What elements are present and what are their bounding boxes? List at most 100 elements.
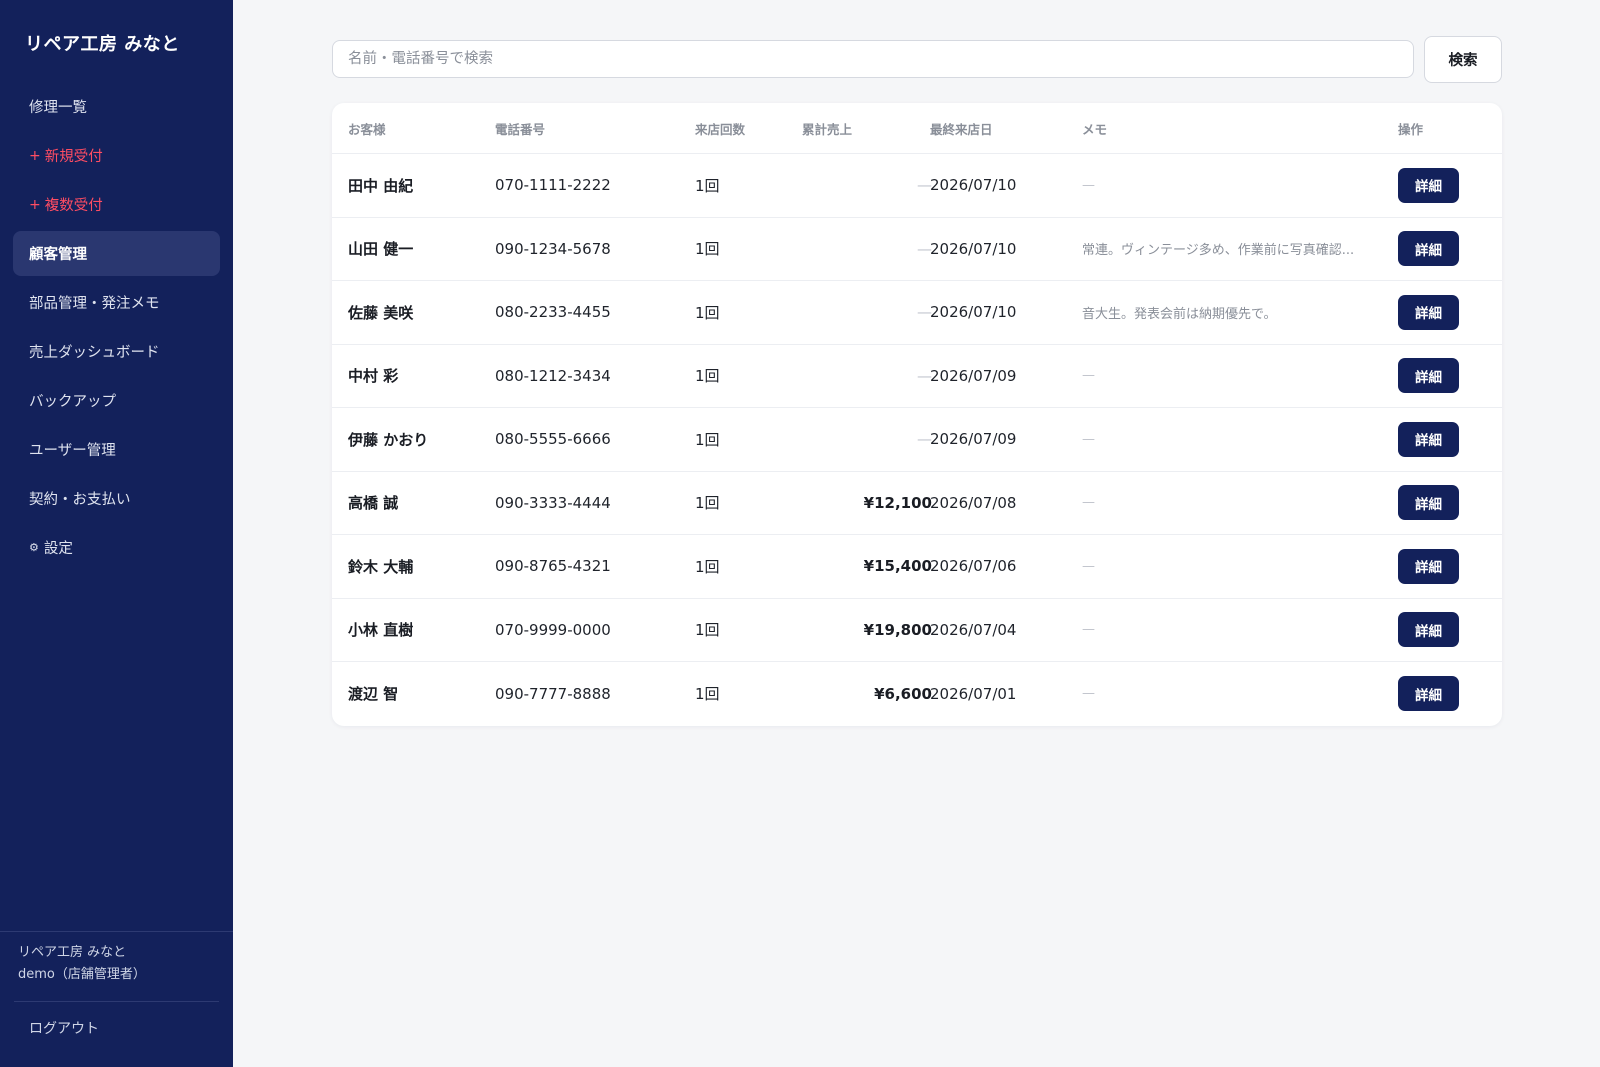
plus-icon: + xyxy=(29,147,41,164)
cell-phone: 080-1212-3434 xyxy=(495,366,611,385)
cell-action: 詳細 xyxy=(1398,662,1488,726)
cell-phone: 090-8765-4321 xyxy=(495,557,611,576)
memo-text: — xyxy=(1082,431,1095,447)
table-row: 鈴木 大輔 090-8765-4321 1回 ¥15,400 2026/07/06 — 詳細 xyxy=(332,535,1502,599)
cell-sales: ¥15,400 xyxy=(863,557,932,576)
cell-visits: 1回 xyxy=(695,240,720,259)
cell-last-visit: 2026/07/08 xyxy=(930,493,1017,512)
cell-visits: 1回 xyxy=(695,367,720,386)
detail-button[interactable]: 詳細 xyxy=(1398,612,1459,648)
cell-visits: 1回 xyxy=(695,685,720,704)
cell-visits: 1回 xyxy=(695,557,720,576)
cell-name: 田中 由紀 xyxy=(348,176,414,195)
logout-link[interactable]: ログアウト xyxy=(0,1018,233,1038)
sidebar-item-label: 複数受付 xyxy=(44,198,103,214)
search-button[interactable]: 検索 xyxy=(1424,36,1502,83)
table-row: 中村 彩 080-1212-3434 1回 —2026/07/09— 詳細 xyxy=(332,345,1502,408)
cell-action: 詳細 xyxy=(1398,154,1488,217)
cell-sales: — xyxy=(917,366,932,385)
sidebar-item-label: バックアップ xyxy=(29,394,116,410)
sidebar-item-7[interactable]: ユーザー管理 xyxy=(13,427,220,472)
table-header: お客様 電話番号 来店回数 累計売上 最終来店日 メモ 操作 xyxy=(332,103,1502,154)
sidebar-item-3[interactable]: 顧客管理 xyxy=(13,231,220,276)
header-memo: メモ xyxy=(1082,121,1108,137)
cell-last-visit: 2026/07/06 xyxy=(930,557,1017,576)
user-role: demo（店舗管理者） xyxy=(18,967,146,982)
table-row: 高橋 誠 090-3333-4444 1回 ¥12,100 2026/07/08 — 詳細 xyxy=(332,472,1502,535)
cell-name: 渡辺 智 xyxy=(348,685,399,704)
cell-name: 鈴木 大輔 xyxy=(348,557,414,576)
cell-visits: 1回 xyxy=(695,494,720,513)
detail-button[interactable]: 詳細 xyxy=(1398,358,1459,394)
header-phone: 電話番号 xyxy=(495,121,546,137)
cell-sales: ¥6,600 xyxy=(874,684,932,703)
cell-memo: — xyxy=(1082,345,1372,408)
memo-text: 常連。ヴィンテージ多め、作業前に写真確認... xyxy=(1082,243,1355,259)
cell-last-visit: 2026/07/10 xyxy=(930,176,1017,195)
header-action: 操作 xyxy=(1398,121,1424,137)
cell-sales: — xyxy=(917,430,932,449)
sidebar-item-5[interactable]: 売上ダッシュボード xyxy=(13,329,220,374)
cell-sales: — xyxy=(917,239,932,258)
sidebar-item-9[interactable]: ⚙ 設定 xyxy=(13,525,220,570)
memo-text: — xyxy=(1082,495,1095,511)
customer-table: お客様 電話番号 来店回数 累計売上 最終来店日 メモ 操作 田中 由紀 070-… xyxy=(332,103,1502,726)
cell-sales: ¥12,100 xyxy=(863,493,932,512)
cell-phone: 090-1234-5678 xyxy=(495,239,611,258)
table-body: 田中 由紀 070-1111-2222 1回 —2026/07/10— 詳細 山田 健一 0… xyxy=(332,154,1502,726)
cell-name: 山田 健一 xyxy=(348,240,414,259)
cell-name: 中村 彩 xyxy=(348,367,399,386)
cell-name: 小林 直樹 xyxy=(348,621,414,640)
sidebar-item-8[interactable]: 契約・お支払い xyxy=(13,476,220,521)
detail-button[interactable]: 詳細 xyxy=(1398,548,1459,584)
cell-last-visit: 2026/07/10 xyxy=(930,239,1017,258)
cell-visits: 1回 xyxy=(695,430,720,449)
table-row: 伊藤 かおり 080-5555-6666 1回 —2026/07/09— 詳細 xyxy=(332,408,1502,472)
cell-action: 詳細 xyxy=(1398,599,1488,662)
cell-memo: — xyxy=(1082,662,1372,726)
memo-text: — xyxy=(1082,177,1095,193)
cell-phone: 080-5555-6666 xyxy=(495,430,611,449)
header-name: お客様 xyxy=(348,121,386,137)
cell-visits: 1回 xyxy=(695,303,720,322)
sidebar-item-label: 売上ダッシュボード xyxy=(29,345,160,361)
memo-text: — xyxy=(1082,686,1095,702)
user-info: リペア工房 みなと demo（店舗管理者） xyxy=(0,932,233,986)
detail-button[interactable]: 詳細 xyxy=(1398,167,1459,203)
sidebar-item-0[interactable]: 修理一覧 xyxy=(13,84,220,129)
search-input[interactable] xyxy=(332,40,1414,78)
sidebar-item-label: ユーザー管理 xyxy=(29,443,116,459)
detail-button[interactable]: 詳細 xyxy=(1398,485,1459,521)
cell-memo: 常連。ヴィンテージ多め、作業前に写真確認... xyxy=(1082,218,1372,281)
cell-action: 詳細 xyxy=(1398,281,1488,344)
table-row: 山田 健一 090-1234-5678 1回 —2026/07/10 常連。ヴィンテージ… xyxy=(332,218,1502,281)
sidebar: リペア工房 みなと 修理一覧 + 新規受付 + 複数受付 顧客管理 部品管理・発注メモ 売上ダ… xyxy=(0,0,233,1067)
cell-visits: 1回 xyxy=(695,621,720,640)
sidebar-item-6[interactable]: バックアップ xyxy=(13,378,220,423)
cell-last-visit: 2026/07/09 xyxy=(930,430,1017,449)
memo-text: — xyxy=(1082,368,1095,384)
detail-button[interactable]: 詳細 xyxy=(1398,421,1459,457)
sidebar-nav: 修理一覧 + 新規受付 + 複数受付 顧客管理 部品管理・発注メモ 売上ダッシュボード バックア… xyxy=(13,84,220,574)
header-visits: 来店回数 xyxy=(695,121,746,137)
sidebar-item-4[interactable]: 部品管理・発注メモ xyxy=(13,280,220,325)
detail-button[interactable]: 詳細 xyxy=(1398,676,1459,712)
sidebar-item-1[interactable]: + 新規受付 xyxy=(13,133,220,178)
footer-divider xyxy=(14,1001,219,1002)
gear-icon: ⚙ xyxy=(29,541,39,554)
plus-icon: + xyxy=(29,196,41,213)
cell-action: 詳細 xyxy=(1398,535,1488,598)
cell-last-visit: 2026/07/09 xyxy=(930,366,1017,385)
cell-phone: 070-9999-0000 xyxy=(495,620,611,639)
cell-sales: — xyxy=(917,176,932,195)
sidebar-item-label: 設定 xyxy=(43,541,73,557)
sidebar-item-2[interactable]: + 複数受付 xyxy=(13,182,220,227)
detail-button[interactable]: 詳細 xyxy=(1398,294,1459,330)
cell-last-visit: 2026/07/01 xyxy=(930,684,1017,703)
detail-button[interactable]: 詳細 xyxy=(1398,231,1459,267)
cell-action: 詳細 xyxy=(1398,345,1488,408)
cell-action: 詳細 xyxy=(1398,408,1488,471)
cell-phone: 090-3333-4444 xyxy=(495,493,611,512)
table-row: 佐藤 美咲 080-2233-4455 1回 —2026/07/10 音大生。発表会前は… xyxy=(332,281,1502,345)
table-row: 小林 直樹 070-9999-0000 1回 ¥19,800 2026/07/04 — 詳細 xyxy=(332,599,1502,662)
